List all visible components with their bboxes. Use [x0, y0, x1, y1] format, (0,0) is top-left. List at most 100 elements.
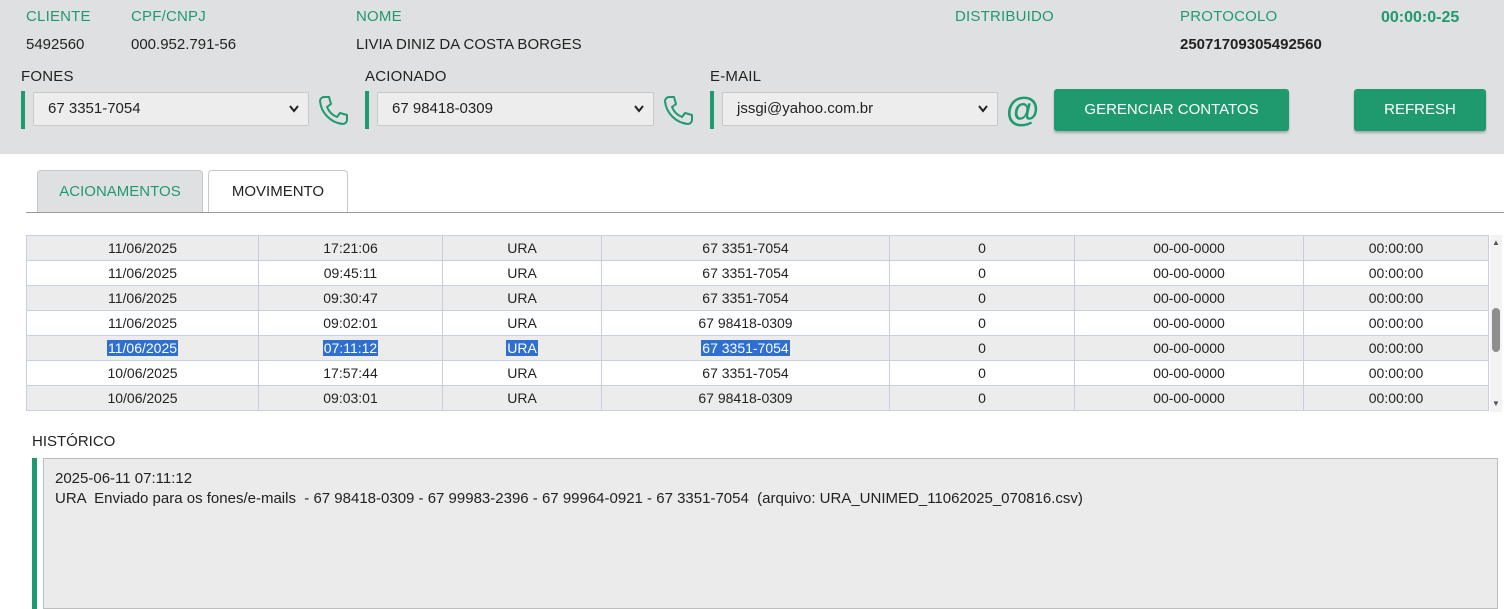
historico-line-timestamp: 2025-06-11 07:11:12	[55, 470, 193, 487]
cell-hora: 09:02:01	[258, 310, 443, 336]
cell-value: 0	[978, 240, 986, 256]
cell-tipo: URA	[442, 235, 602, 261]
cell-value: URA	[507, 265, 537, 281]
cell-hora: 09:30:47	[258, 285, 443, 311]
cell-value: 67 3351-7054	[701, 340, 790, 356]
phone-icon[interactable]	[316, 93, 350, 127]
cell-tipo: URA	[442, 385, 602, 411]
cell-value: 17:21:06	[323, 240, 378, 256]
table-row[interactable]: 11/06/2025 17:21:06 URA 67 3351-7054 0 00-00-…	[26, 235, 1489, 261]
cell-data: 10/06/2025	[26, 360, 259, 386]
cell-value: URA	[506, 340, 538, 356]
cell-tempo: 00:00:00	[1303, 285, 1489, 311]
scroll-down-arrow-icon[interactable]: ▼	[1490, 398, 1502, 410]
cell-value: 11/06/2025	[107, 315, 178, 331]
protocolo-label: PROTOCOLO	[1180, 8, 1278, 25]
cell-data: 11/06/2025	[26, 310, 259, 336]
tab-movimento[interactable]: MOVIMENTO	[208, 170, 348, 212]
cell-qtd: 0	[889, 360, 1075, 386]
at-icon[interactable]: @	[1006, 91, 1039, 129]
historico-line-detail: URA Enviado para os fones/e-mails - 67 9…	[55, 490, 1083, 507]
cell-value: 07:11:12	[322, 340, 379, 356]
historico-accent-bar	[32, 458, 37, 609]
cell-tipo: URA	[442, 285, 602, 311]
cell-data2: 00-00-0000	[1074, 335, 1304, 361]
cell-fone: 67 3351-7054	[601, 335, 890, 361]
cell-value: 00:00:00	[1368, 290, 1424, 306]
chevron-down-icon	[288, 93, 300, 137]
cell-qtd: 0	[889, 335, 1075, 361]
acionado-selected-value: 67 98418-0309	[392, 100, 493, 117]
cell-value: 00-00-0000	[1153, 365, 1225, 381]
cell-value: 09:03:01	[323, 390, 378, 406]
nome-label: NOME	[356, 8, 402, 25]
historico-textarea[interactable]: 2025-06-11 07:11:12 URA Enviado para os …	[43, 458, 1498, 609]
cell-data: 11/06/2025	[26, 260, 259, 286]
cell-tempo: 00:00:00	[1303, 310, 1489, 336]
acionado-select[interactable]: 67 98418-0309	[377, 92, 654, 126]
cell-value: 67 3351-7054	[702, 265, 789, 281]
cell-tipo: URA	[442, 260, 602, 286]
cell-qtd: 0	[889, 235, 1075, 261]
cell-value: 00-00-0000	[1153, 240, 1225, 256]
cell-tempo: 00:00:00	[1303, 335, 1489, 361]
cell-value: 00:00:00	[1368, 265, 1424, 281]
protocolo-value: 25071709305492560	[1180, 36, 1322, 53]
email-label: E-MAIL	[710, 68, 762, 85]
table-row[interactable]: 11/06/2025 07:11:12 URA 67 3351-7054 0 00-00-…	[26, 335, 1489, 361]
cell-fone: 67 3351-7054	[601, 235, 890, 261]
call-timer: 00:00:0-25	[1381, 9, 1460, 26]
grid-scrollbar[interactable]: ▲ ▼	[1490, 235, 1502, 412]
cell-qtd: 0	[889, 310, 1075, 336]
cell-value: 17:57:44	[323, 365, 378, 381]
cell-hora: 07:11:12	[258, 335, 443, 361]
cell-value: 00-00-0000	[1153, 265, 1225, 281]
fones-selected-value: 67 3351-7054	[48, 100, 141, 117]
cell-value: 67 3351-7054	[702, 365, 789, 381]
phone-icon[interactable]	[661, 93, 695, 127]
fones-select[interactable]: 67 3351-7054	[33, 92, 309, 126]
cell-qtd: 0	[889, 385, 1075, 411]
cell-value: 11/06/2025	[107, 240, 178, 256]
cliente-value: 5492560	[26, 36, 85, 53]
cell-value: 0	[978, 340, 986, 356]
table-row[interactable]: 11/06/2025 09:02:01 URA 67 98418-0309 0 00-00…	[26, 310, 1489, 336]
chevron-down-icon	[633, 93, 645, 137]
header-panel: CLIENTE 5492560 CPF/CNPJ 000.952.791-56 …	[0, 0, 1504, 154]
cell-value: 0	[978, 390, 986, 406]
cell-tipo: URA	[442, 310, 602, 336]
gerenciar-contatos-button[interactable]: GERENCIAR CONTATOS	[1054, 89, 1289, 131]
cell-data2: 00-00-0000	[1074, 285, 1304, 311]
cell-qtd: 0	[889, 285, 1075, 311]
cell-value: 00-00-0000	[1153, 390, 1225, 406]
cell-value: URA	[507, 365, 537, 381]
cpf-label: CPF/CNPJ	[131, 8, 206, 25]
scroll-up-arrow-icon[interactable]: ▲	[1490, 237, 1502, 249]
table-row[interactable]: 10/06/2025 09:03:01 URA 67 98418-0309 0 00-00…	[26, 385, 1489, 411]
cell-value: 00-00-0000	[1153, 315, 1225, 331]
table-row[interactable]: 10/06/2025 17:57:44 URA 67 3351-7054 0 00-00-…	[26, 360, 1489, 386]
scrollbar-thumb[interactable]	[1492, 308, 1500, 352]
fones-accent-bar	[21, 91, 25, 129]
cell-tipo: URA	[442, 335, 602, 361]
cell-tempo: 00:00:00	[1303, 385, 1489, 411]
cell-data2: 00-00-0000	[1074, 235, 1304, 261]
email-select[interactable]: jssgi@yahoo.com.br	[722, 92, 998, 126]
cell-hora: 09:03:01	[258, 385, 443, 411]
nome-value: LIVIA DINIZ DA COSTA BORGES	[356, 36, 582, 53]
cell-value: 10/06/2025	[107, 365, 178, 381]
cell-value: 00:00:00	[1368, 240, 1424, 256]
historico-box: 2025-06-11 07:11:12 URA Enviado para os …	[32, 458, 1498, 609]
cell-value: 09:30:47	[323, 290, 378, 306]
cell-value: 11/06/2025	[107, 290, 178, 306]
cell-value: 10/06/2025	[107, 390, 178, 406]
cell-data2: 00-00-0000	[1074, 385, 1304, 411]
email-select-wrapper: jssgi@yahoo.com.br	[710, 91, 1000, 129]
table-row[interactable]: 11/06/2025 09:45:11 URA 67 3351-7054 0 00-00-…	[26, 260, 1489, 286]
cell-data2: 00-00-0000	[1074, 260, 1304, 286]
table-row[interactable]: 11/06/2025 09:30:47 URA 67 3351-7054 0 00-00-…	[26, 285, 1489, 311]
tab-divider	[26, 212, 1504, 213]
tab-acionamentos[interactable]: ACIONAMENTOS	[37, 170, 203, 212]
acionamentos-grid: 11/06/2025 17:21:06 URA 67 3351-7054 0 00-00-…	[26, 235, 1490, 412]
refresh-button[interactable]: REFRESH	[1354, 89, 1486, 131]
